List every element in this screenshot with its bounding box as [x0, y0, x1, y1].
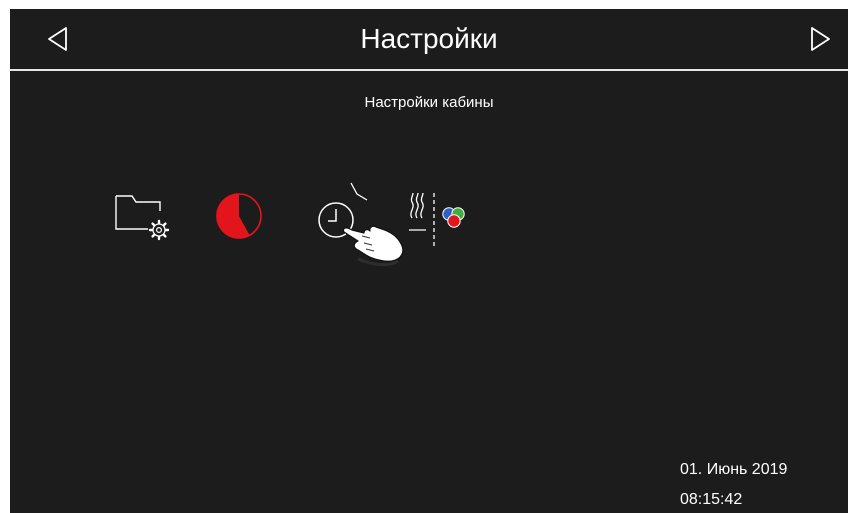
next-button[interactable] — [802, 21, 838, 57]
page-title: Настройки — [360, 23, 498, 54]
triangle-right-icon — [811, 27, 830, 51]
steam-color-light-icon — [409, 192, 465, 248]
screen-frame: Настройки Настройки кабины 01. Июнь 2019… — [10, 9, 848, 513]
hand-pointer — [336, 215, 406, 267]
section-title: Настройки кабины — [364, 94, 494, 111]
hand-pointer-icon — [342, 225, 404, 267]
date-display: 01. Июнь 2019 — [680, 461, 788, 478]
time-display: 08:15:42 — [680, 491, 743, 508]
header-bar: Настройки — [10, 9, 848, 69]
timer-pie-button[interactable] — [213, 190, 265, 242]
steam-light-button[interactable] — [408, 190, 472, 248]
header-divider — [10, 69, 848, 71]
folder-settings-icon — [115, 195, 170, 241]
pie-timer-icon — [216, 193, 262, 239]
folder-settings-button[interactable] — [114, 193, 176, 241]
